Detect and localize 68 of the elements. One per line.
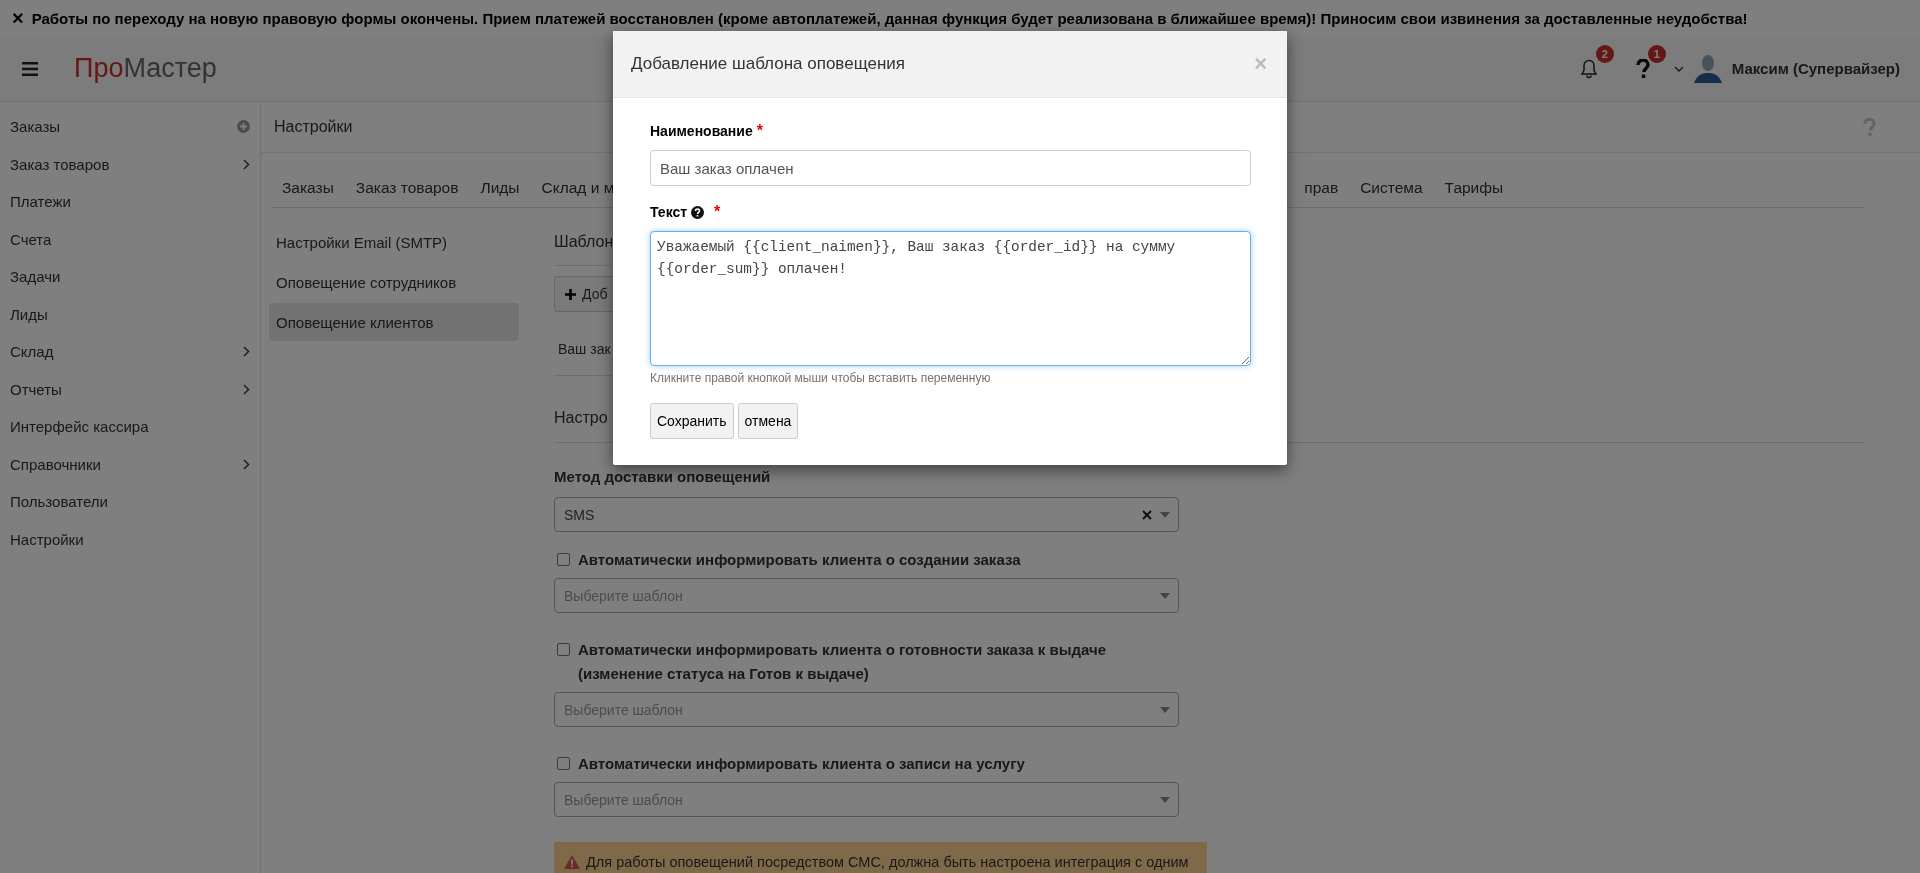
section-title: Шаблон bbox=[554, 232, 612, 251]
warning-icon bbox=[564, 855, 580, 869]
cancel-button[interactable]: отмена bbox=[737, 403, 799, 439]
settings-tab[interactable]: Заказ товаров bbox=[344, 178, 470, 197]
section-title: Настро bbox=[554, 409, 608, 427]
sidebar-item[interactable]: Счета bbox=[0, 220, 260, 258]
caret-down-icon[interactable] bbox=[1160, 706, 1170, 713]
chevron-right-icon bbox=[243, 158, 250, 170]
help-badge: 1 bbox=[1647, 44, 1666, 63]
close-button[interactable]: × bbox=[12, 8, 24, 28]
caret-down-icon[interactable] bbox=[1160, 511, 1170, 518]
field-label: Текст bbox=[650, 204, 688, 220]
template-name[interactable]: Ваш зак bbox=[558, 340, 611, 357]
settings-tab[interactable]: Заказы bbox=[271, 178, 345, 197]
text-area[interactable]: Уважаемый {{client_naimen}}, Ваш заказ {{order_id}} на сумму {{order_sum}} оплачен! bbox=[650, 231, 1251, 366]
bell-icon[interactable] bbox=[1579, 58, 1598, 79]
checkbox[interactable] bbox=[557, 757, 570, 770]
required-mark: * bbox=[714, 203, 721, 221]
save-button[interactable]: Сохранить bbox=[650, 403, 734, 439]
warning-text: Для работы оповещений посредством СМС, должна быть настроена интеграция с одним bbox=[586, 854, 1189, 870]
sidebar-item[interactable]: Справочники bbox=[0, 445, 260, 483]
settings-tab[interactable]: Лиды bbox=[469, 178, 531, 197]
sidebar-item[interactable]: Заказ товаров bbox=[0, 145, 260, 183]
avatar-icon[interactable] bbox=[1693, 52, 1722, 85]
sidebar-item[interactable]: Платежи bbox=[0, 183, 260, 221]
sidebar-item[interactable]: Пользователи bbox=[0, 483, 260, 521]
settings-menu-item[interactable]: Оповещение клиентов bbox=[269, 303, 519, 341]
help-icon[interactable] bbox=[691, 205, 705, 219]
page-title: Настройки bbox=[274, 118, 353, 136]
settings-menu-item[interactable]: Настройки Email (SMTP) bbox=[269, 223, 519, 261]
required-mark: * bbox=[756, 122, 763, 140]
sidebar-item[interactable]: Отчеты bbox=[0, 370, 260, 408]
add-button[interactable]: Доб bbox=[554, 276, 612, 312]
settings-menu-item[interactable]: Оповещение сотрудников bbox=[269, 263, 519, 301]
field-label: Метод доставки оповещений bbox=[554, 468, 772, 485]
announcement-text: Работы по переходу на новую правовую формы окончены. Прием платежей восстановлен (кроме автоплатежей, данная функция будет реализована в ближайшее время)! Приносим свои извинения за доставленные неудобства! bbox=[31, 9, 1748, 27]
plus-icon bbox=[565, 288, 576, 300]
caret-down-icon[interactable] bbox=[1160, 592, 1170, 599]
notification-badge: 2 bbox=[1595, 44, 1614, 63]
app-logo[interactable]: ПроМастер bbox=[74, 53, 217, 84]
user-name[interactable]: Максим (Супервайзер) bbox=[1731, 60, 1900, 77]
checkbox-label[interactable]: Автоматически информировать клиента о записи на услугу bbox=[578, 752, 1025, 776]
settings-tab[interactable]: Тарифы bbox=[1433, 178, 1515, 197]
field-label: Наименование bbox=[650, 123, 753, 139]
name-input[interactable]: Ваш заказ оплачен bbox=[650, 150, 1251, 186]
sidebar-item[interactable]: Задачи bbox=[0, 258, 260, 296]
sidebar-item[interactable]: Лиды bbox=[0, 295, 260, 333]
sidebar-item[interactable]: Заказы bbox=[0, 108, 260, 146]
sidebar-item[interactable]: Интерфейс кассира bbox=[0, 408, 260, 446]
sidebar-item[interactable]: Склад bbox=[0, 333, 260, 371]
add-icon[interactable] bbox=[237, 120, 250, 134]
sidebar-item[interactable]: Настройки bbox=[0, 520, 260, 558]
settings-tab[interactable]: Система bbox=[1349, 178, 1434, 197]
chevron-down-icon[interactable] bbox=[1673, 65, 1684, 72]
chevron-right-icon bbox=[243, 458, 250, 470]
checkbox[interactable] bbox=[557, 553, 570, 566]
clear-icon[interactable] bbox=[1142, 509, 1152, 520]
menu-icon[interactable] bbox=[22, 61, 38, 76]
chevron-right-icon bbox=[243, 383, 250, 395]
chevron-right-icon bbox=[243, 346, 250, 358]
hint-text: Кликните правой кнопкой мыши чтобы вставить переменную bbox=[650, 371, 992, 385]
checkbox-label[interactable]: Автоматически информировать клиента о создании заказа bbox=[578, 548, 1021, 572]
settings-tab[interactable]: прав bbox=[1293, 178, 1350, 197]
delivery-method-select[interactable]: SMS bbox=[554, 497, 1179, 532]
checkbox-label[interactable]: Автоматически информировать клиента о готовности заказа к выдаче (изменение статуса на Готов к выдаче) bbox=[578, 638, 1179, 686]
caret-down-icon[interactable] bbox=[1160, 796, 1170, 803]
checkbox[interactable] bbox=[557, 643, 570, 656]
modal-title: Добавление шаблона оповещения bbox=[631, 54, 905, 74]
